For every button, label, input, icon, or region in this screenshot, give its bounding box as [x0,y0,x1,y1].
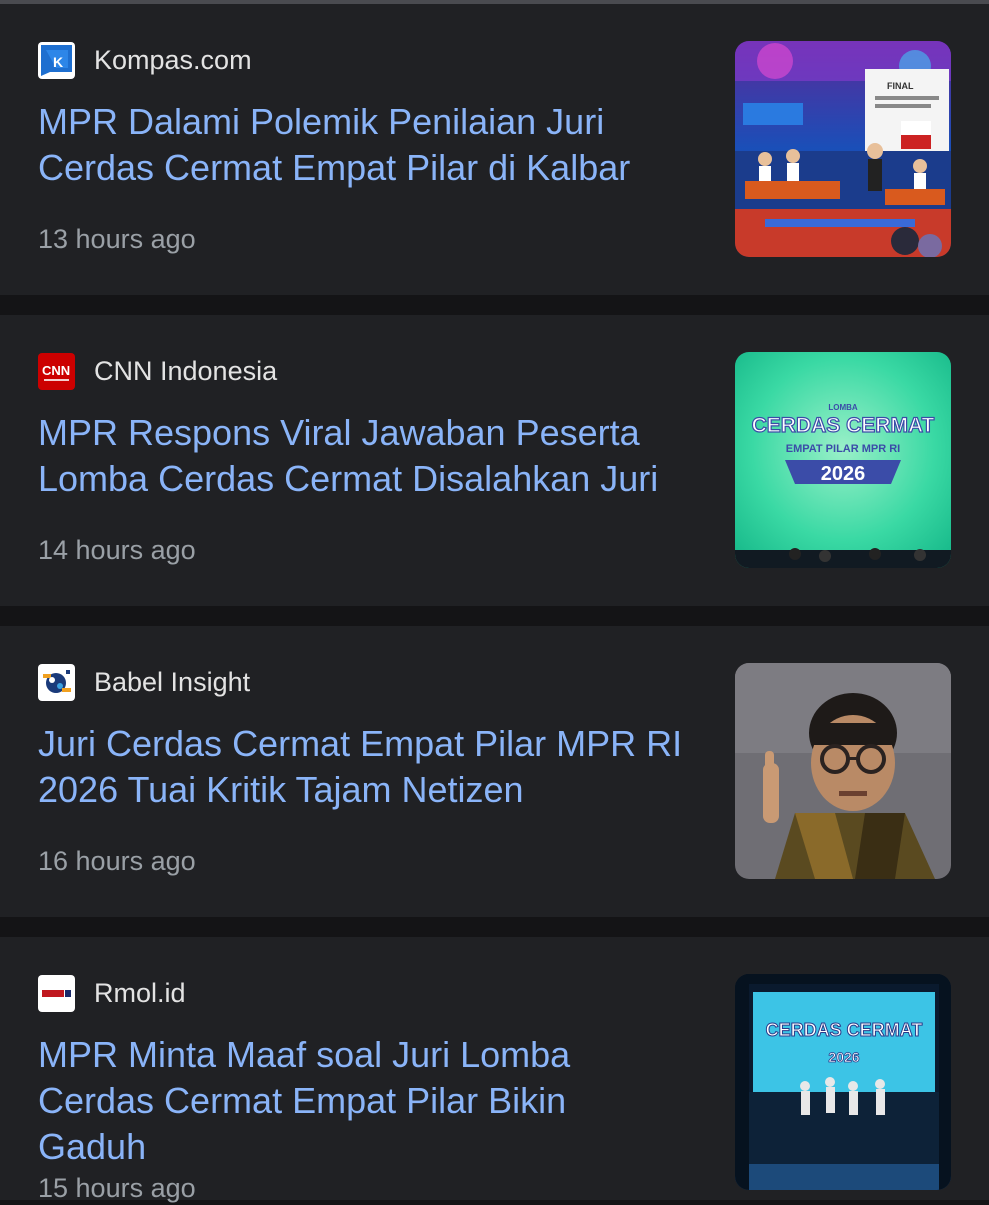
article-thumbnail[interactable] [735,663,951,879]
news-card[interactable]: Babel Insight Juri Cerdas Cermat Empat P… [0,626,989,917]
kompas-logo-icon: K [38,42,75,79]
article-thumbnail[interactable]: LOMBA CERDAS CERMAT EMPAT PILAR MPR RI 2… [735,352,951,568]
screen-year: 2026 [828,1049,859,1065]
timestamp: 16 hours ago [38,846,196,876]
banner-title: CERDAS CERMAT [752,414,935,437]
source-name: Babel Insight [94,667,251,697]
svg-text:K: K [53,54,63,70]
banner-year: 2026 [821,463,866,485]
svg-text:CNN: CNN [42,363,70,378]
article-thumbnail[interactable]: CERDAS CERMAT 2026 [735,974,951,1190]
headline-link[interactable]: MPR Minta Maaf soal Juri Lomba Cerdas Ce… [38,1032,638,1170]
banner-lomba: LOMBA [828,403,858,412]
source-name: CNN Indonesia [94,356,278,386]
news-card[interactable]: CNN CNN Indonesia MPR Respons Viral Jawa… [0,315,989,606]
article-thumbnail[interactable]: FINAL [735,41,951,257]
final-sign: FINAL [887,81,914,91]
headline-link[interactable]: Juri Cerdas Cermat Empat Pilar MPR RI 20… [38,721,708,813]
babel-insight-logo-icon [38,664,75,701]
news-card[interactable]: Rmol.id MPR Minta Maaf soal Juri Lomba C… [0,937,989,1203]
source-name: Kompas.com [94,45,252,75]
banner-subtitle: EMPAT PILAR MPR RI [786,443,900,455]
rmol-logo-icon [38,975,75,1012]
headline-link[interactable]: MPR Respons Viral Jawaban Peserta Lomba … [38,410,708,502]
timestamp: 14 hours ago [38,535,196,565]
source-name: Rmol.id [94,978,186,1008]
timestamp: 13 hours ago [38,224,196,254]
headline-link[interactable]: MPR Dalami Polemik Penilaian Juri Cerdas… [38,99,708,191]
news-card[interactable]: K Kompas.com MPR Dalami Polemik Penilaia… [0,4,989,295]
screen-title: CERDAS CERMAT [766,1020,923,1040]
cnn-logo-icon: CNN [38,353,75,390]
